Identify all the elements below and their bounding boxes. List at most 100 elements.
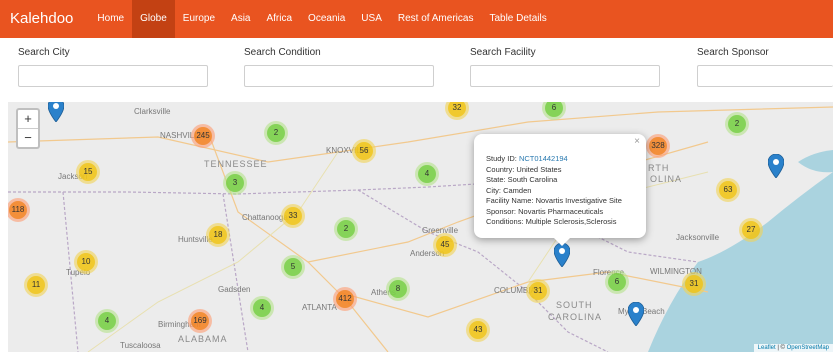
cluster-count: 2 [337, 220, 355, 238]
popup-sponsor: Sponsor: Novartis Pharmaceuticals [486, 206, 604, 216]
state-label: TENNESSEE [204, 159, 268, 169]
cluster-count: 18 [209, 226, 227, 244]
cluster-count: 11 [27, 276, 45, 294]
popup-state: State: South Carolina [486, 175, 558, 184]
nav-usa[interactable]: USA [353, 0, 390, 38]
nav-rest-of-americas[interactable]: Rest of Americas [390, 0, 482, 38]
location-marker-icon[interactable] [48, 102, 64, 122]
marker-cluster[interactable]: 3 [223, 171, 247, 195]
marker-cluster[interactable]: 10 [74, 250, 98, 274]
marker-cluster[interactable]: 11 [24, 273, 48, 297]
marker-cluster[interactable]: 2 [725, 112, 749, 136]
cluster-count: 4 [418, 165, 436, 183]
marker-cluster[interactable]: 412 [333, 287, 357, 311]
cluster-count: 33 [284, 207, 302, 225]
study-popup: × Study ID: NCT01442194 Country: United … [474, 134, 646, 246]
zoom-out-button[interactable]: − [18, 128, 38, 147]
nav-europe[interactable]: Europe [175, 0, 223, 38]
search-city-group: Search City [18, 46, 208, 87]
search-condition-group: Search Condition [244, 46, 434, 87]
cluster-count: 5 [284, 258, 302, 276]
marker-cluster[interactable]: 15 [76, 160, 100, 184]
openstreetmap-link[interactable]: OpenStreetMap [787, 345, 829, 351]
marker-cluster[interactable]: 63 [716, 178, 740, 202]
cluster-count: 4 [253, 299, 271, 317]
attribution-separator: | © [775, 345, 787, 351]
marker-cluster[interactable]: 33 [281, 204, 305, 228]
marker-cluster[interactable]: 2 [334, 217, 358, 241]
cluster-count: 45 [436, 236, 454, 254]
cluster-count: 6 [545, 102, 563, 117]
map[interactable]: Clarksville NASHVILLE Jackson KNOXVILLE … [8, 102, 833, 352]
marker-cluster[interactable]: 6 [605, 270, 629, 294]
location-marker-icon[interactable] [628, 302, 644, 326]
leaflet-link[interactable]: Leaflet [758, 345, 776, 351]
city-label: Gadsden [218, 285, 251, 294]
marker-cluster[interactable]: 56 [352, 139, 376, 163]
zoom-in-button[interactable]: + [18, 110, 38, 128]
cluster-count: 412 [336, 290, 354, 308]
nav-globe[interactable]: Globe [132, 0, 175, 38]
state-label: RTH [648, 163, 670, 173]
search-facility-input[interactable] [470, 65, 660, 87]
popup-facility: Facility Name: Novartis Investigative Si… [486, 196, 622, 205]
brand-logo[interactable]: Kalehdoo [0, 0, 89, 38]
cluster-count: 2 [728, 115, 746, 133]
city-label: Jacksonville [676, 233, 720, 242]
state-label: ALABAMA [178, 334, 228, 344]
cluster-count: 6 [608, 273, 626, 291]
nav-oceania[interactable]: Oceania [300, 0, 353, 38]
nav-table-details[interactable]: Table Details [481, 0, 554, 38]
cluster-count: 2 [267, 124, 285, 142]
marker-cluster[interactable]: 245 [191, 124, 215, 148]
cluster-count: 31 [529, 282, 547, 300]
marker-cluster[interactable]: 4 [250, 296, 274, 320]
marker-cluster[interactable]: 45 [433, 233, 457, 257]
cluster-count: 56 [355, 142, 373, 160]
cluster-count: 32 [448, 102, 466, 117]
marker-cluster[interactable]: 4 [415, 162, 439, 186]
marker-cluster[interactable]: 31 [682, 272, 706, 296]
search-sponsor-input[interactable] [697, 65, 833, 87]
marker-cluster[interactable]: 169 [188, 309, 212, 333]
popup-close-button[interactable]: × [634, 136, 640, 148]
popup-tip [554, 238, 570, 246]
marker-cluster[interactable]: 43 [466, 318, 490, 342]
marker-cluster[interactable]: 328 [646, 134, 670, 158]
location-marker-icon[interactable] [768, 154, 784, 178]
marker-cluster[interactable]: 18 [206, 223, 230, 247]
marker-cluster[interactable]: 4 [95, 309, 119, 333]
nav-asia[interactable]: Asia [223, 0, 258, 38]
search-condition-label: Search Condition [244, 47, 321, 58]
cluster-count: 31 [685, 275, 703, 293]
search-sponsor-label: Search Sponsor [697, 47, 769, 58]
city-label: ATLANTA [302, 303, 337, 312]
map-base [8, 106, 833, 352]
search-city-input[interactable] [18, 65, 208, 87]
marker-cluster[interactable]: 8 [386, 277, 410, 301]
marker-cluster[interactable]: 2 [264, 121, 288, 145]
cluster-count: 4 [98, 312, 116, 330]
search-row: Search City Search Condition Search Faci… [0, 46, 833, 96]
popup-country: Country: United States [486, 164, 562, 174]
search-condition-input[interactable] [244, 65, 434, 87]
cluster-count: 15 [79, 163, 97, 181]
search-sponsor-group: Search Sponsor [697, 46, 833, 87]
city-label: Clarksville [134, 107, 171, 116]
location-marker-icon[interactable] [554, 243, 570, 267]
marker-cluster[interactable]: 31 [526, 279, 550, 303]
nav-home[interactable]: Home [89, 0, 132, 38]
popup-study-label: Study ID: [486, 154, 519, 163]
zoom-control: + − [16, 108, 40, 149]
marker-cluster[interactable]: 5 [281, 255, 305, 279]
cluster-count: 118 [9, 201, 27, 219]
study-id-link[interactable]: NCT01442194 [519, 154, 568, 163]
state-label: SOUTH [556, 300, 593, 310]
cluster-count: 10 [77, 253, 95, 271]
popup-conditions: Conditions: Multiple Sclerosis,Sclerosis [486, 217, 617, 226]
marker-cluster[interactable]: 27 [739, 218, 763, 242]
search-city-label: Search City [18, 47, 70, 58]
search-facility-label: Search Facility [470, 47, 536, 58]
nav-africa[interactable]: Africa [258, 0, 300, 38]
state-label: CAROLINA [548, 312, 603, 322]
